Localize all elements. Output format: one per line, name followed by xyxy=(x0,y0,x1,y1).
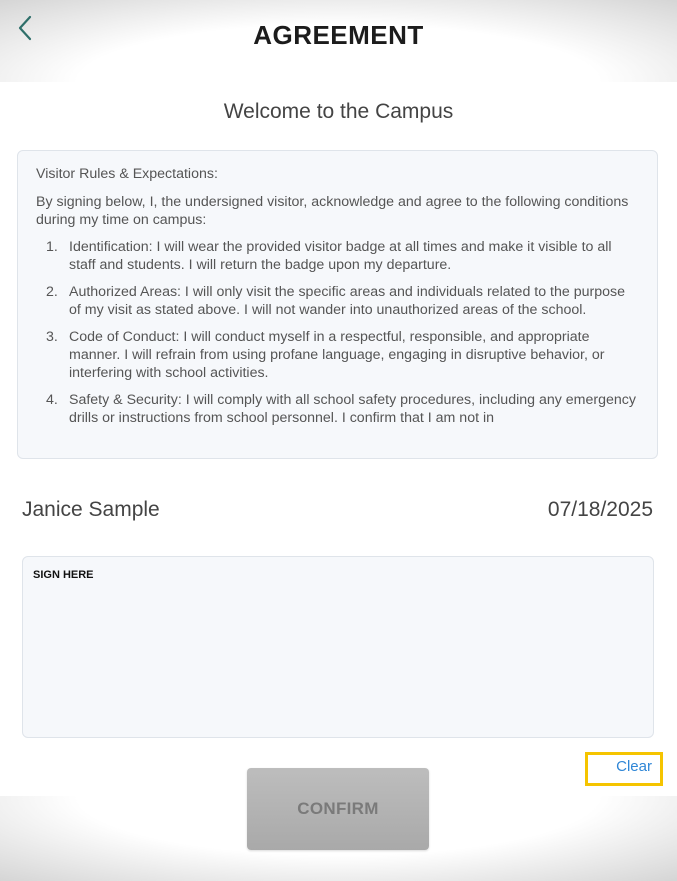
rules-scroll-area[interactable]: Visitor Rules & Expectations: By signing… xyxy=(17,150,658,459)
agreement-screen: AGREEMENT Welcome to the Campus Visitor … xyxy=(0,0,677,881)
clear-label: Clear xyxy=(616,758,652,775)
rule-item: 1. Identification: I will wear the provi… xyxy=(36,238,639,274)
welcome-heading: Welcome to the Campus xyxy=(223,100,454,123)
rules-heading: Visitor Rules & Expectations: xyxy=(36,166,218,182)
rule-item: 3. Code of Conduct: I will conduct mysel… xyxy=(36,328,639,382)
signature-pad[interactable]: SIGN HERE xyxy=(22,556,654,738)
rule-number: 2. xyxy=(46,284,58,300)
sign-here-label: SIGN HERE xyxy=(33,569,94,581)
visitor-name: Janice Sample xyxy=(22,498,160,521)
rule-text: Authorized Areas: I will only visit the … xyxy=(69,284,625,318)
rule-item: 4. Safety & Security: I will comply with… xyxy=(36,391,639,427)
confirm-button[interactable]: CONFIRM xyxy=(247,768,429,850)
rule-number: 3. xyxy=(46,329,58,345)
rules-intro: By signing below, I, the undersigned vis… xyxy=(36,194,629,228)
rule-text: Code of Conduct: I will conduct myself i… xyxy=(69,329,605,381)
rules-list: 1. Identification: I will wear the provi… xyxy=(36,238,639,427)
rule-text: Safety & Security: I will comply with al… xyxy=(69,392,636,426)
rule-text: Identification: I will wear the provided… xyxy=(69,239,612,273)
rule-number: 1. xyxy=(46,239,58,255)
rule-number: 4. xyxy=(46,392,58,408)
page-title: AGREEMENT xyxy=(253,20,424,50)
clear-button[interactable]: Clear xyxy=(585,752,663,786)
rule-item: 2. Authorized Areas: I will only visit t… xyxy=(36,283,639,319)
visit-date: 07/18/2025 xyxy=(547,498,653,521)
